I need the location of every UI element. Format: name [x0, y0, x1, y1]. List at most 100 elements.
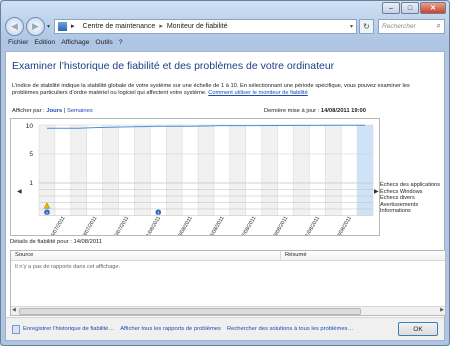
y-tick-label-10: 10 — [26, 123, 34, 130]
legend-information: Informations — [380, 208, 411, 215]
day-column — [229, 125, 246, 216]
breadcrumb-separator: ▸ — [159, 23, 163, 30]
close-button[interactable]: ✕ — [420, 2, 446, 14]
details-label: Détails de fiabilité pour : 14/08/2011 — [10, 239, 103, 245]
legend-app-failures: Échecs des applications — [380, 182, 441, 188]
y-tick-label-1: 1 — [29, 180, 33, 187]
menu-bar: Fichier Edition Affichage Outils ? — [5, 39, 445, 50]
recent-pages-dropdown[interactable]: ▾ — [47, 23, 50, 30]
page-description: L’indice de stabilité indique la stabili… — [12, 83, 422, 97]
date-tick-label: 09/08/2011 — [271, 215, 289, 235]
scroll-thumb[interactable] — [19, 308, 361, 315]
breadcrumb-item-reliability[interactable]: Moniteur de fiabilité — [167, 23, 228, 30]
view-weeks-link[interactable]: Semaines — [67, 108, 93, 114]
chart-legend: Échecs des applications Échecs Windows É… — [380, 182, 440, 215]
stability-chart-svg: 1051◀ ▶i i26/07/2011 28/07/2011 30/07/2011 01… — [17, 123, 379, 235]
view-all-reports-link[interactable]: Afficher tous les rapports de problèmes — [120, 326, 221, 332]
menu-outils[interactable]: Outils — [95, 39, 112, 50]
day-column — [102, 125, 119, 216]
date-tick-label: 13/08/2011 — [335, 215, 353, 235]
save-history-link[interactable]: Enregistrer l’historique de fiabilité… — [12, 324, 115, 334]
window-controls: – □ ✕ — [382, 2, 446, 14]
reliability-monitor-window: – □ ✕ ◀ ▶ ▾ ▸ Centre de maintenance ▸ Mo… — [0, 0, 450, 346]
ok-button[interactable]: OK — [398, 322, 438, 336]
menu-help[interactable]: ? — [119, 39, 123, 50]
column-source[interactable]: Source — [11, 251, 281, 260]
date-tick-label: 26/07/2011 — [49, 215, 67, 235]
menu-fichier[interactable]: Fichier — [8, 39, 28, 50]
date-tick-label: 07/08/2011 — [239, 215, 257, 235]
day-column — [70, 125, 87, 216]
forward-button[interactable]: ▶ — [26, 16, 45, 36]
view-days-link[interactable]: Jours — [46, 108, 62, 114]
address-dropdown-icon[interactable]: ▾ — [350, 23, 353, 30]
save-history-label: Enregistrer l’historique de fiabilité… — [23, 326, 115, 332]
last-update-label: Dernière mise à jour : — [263, 108, 320, 114]
stability-chart[interactable]: 10 5 1 ◀ ▶ i i 26/07/2011 28/07/2011 30/07/2011 01… — [10, 118, 380, 236]
check-solutions-link[interactable]: Rechercher des solutions à tous les prob… — [227, 326, 353, 332]
last-update-value: 14/08/2011 19:00 — [320, 108, 366, 114]
chart-scroll-left-icon: ◀ — [17, 189, 22, 195]
search-input[interactable]: Rechercher ⌕ — [378, 18, 445, 34]
menu-edition[interactable]: Edition — [34, 39, 55, 50]
last-update: Dernière mise à jour : 14/08/2011 19:00 — [264, 108, 366, 114]
day-column — [341, 125, 358, 216]
search-icon[interactable]: ⌕ — [437, 21, 441, 31]
date-tick-label: 01/08/2011 — [144, 215, 162, 235]
scroll-right-icon[interactable]: ▶ — [440, 307, 444, 313]
day-column — [325, 125, 342, 216]
breadcrumb-item-maintenance[interactable]: Centre de maintenance — [83, 23, 156, 30]
grid-header: Source Résumé — [11, 251, 445, 261]
chart-scroll-right-icon: ▶ — [374, 189, 379, 195]
day-column — [166, 125, 183, 216]
refresh-button[interactable]: ↻ — [359, 18, 375, 34]
grid-empty-message: Il n’y a pas de rapports dans cet affich… — [15, 264, 121, 270]
day-column — [86, 125, 103, 216]
view-by-selector: Afficher par : Jours | Semaines — [12, 108, 93, 114]
date-tick-label: 30/07/2011 — [112, 215, 130, 235]
reports-grid[interactable]: Source Résumé Il n’y a pas de rapports d… — [10, 250, 446, 316]
page-title: Examiner l’historique de fiabilité et de… — [12, 60, 335, 72]
control-panel-icon — [58, 21, 68, 31]
date-tick-label: 03/08/2011 — [176, 215, 194, 235]
day-column — [213, 125, 230, 216]
maximize-button[interactable]: □ — [401, 2, 419, 14]
view-by-label: Afficher par : — [12, 108, 45, 114]
day-column — [357, 125, 373, 216]
day-column — [39, 125, 55, 216]
date-tick-label: 28/07/2011 — [80, 215, 98, 235]
day-column — [293, 125, 310, 216]
day-column — [198, 125, 214, 216]
search-placeholder: Rechercher — [382, 22, 416, 30]
day-column — [182, 125, 199, 216]
scroll-left-icon[interactable]: ◀ — [12, 307, 16, 313]
date-tick-label: 05/08/2011 — [208, 215, 226, 235]
day-column — [118, 125, 135, 216]
day-column — [150, 125, 167, 216]
help-link[interactable]: Comment utiliser le moniteur de fiabilit… — [208, 90, 308, 96]
column-summary[interactable]: Résumé — [281, 251, 311, 260]
view-separator: | — [63, 108, 66, 114]
horizontal-scrollbar[interactable]: ◀ ▶ — [11, 306, 445, 315]
day-column — [134, 125, 151, 216]
day-column — [261, 125, 278, 216]
date-tick-label: 11/08/2011 — [303, 215, 321, 235]
save-icon — [12, 324, 20, 334]
day-column — [54, 125, 71, 216]
breadcrumb-separator: ▸ — [71, 23, 75, 30]
legend-misc-failures: Échecs divers — [380, 195, 415, 202]
y-tick-label-5: 5 — [29, 151, 33, 158]
legend-warnings: Avertissements — [380, 201, 419, 208]
info-icon-glyph: i — [158, 210, 159, 215]
bottom-action-bar: Enregistrer l’historique de fiabilité… A… — [6, 317, 444, 340]
back-button[interactable]: ◀ — [5, 16, 24, 36]
day-column — [277, 125, 294, 216]
info-icon-glyph: i — [46, 210, 47, 215]
navigation-bar: ◀ ▶ ▾ ▸ Centre de maintenance ▸ Moniteur… — [5, 15, 445, 37]
day-column — [309, 125, 326, 216]
address-bar[interactable]: ▸ Centre de maintenance ▸ Moniteur de fi… — [54, 18, 358, 34]
minimize-button[interactable]: – — [382, 2, 400, 14]
menu-affichage[interactable]: Affichage — [61, 39, 89, 50]
day-column — [245, 125, 262, 216]
main-content: Examiner l’historique de fiabilité et de… — [5, 51, 446, 341]
